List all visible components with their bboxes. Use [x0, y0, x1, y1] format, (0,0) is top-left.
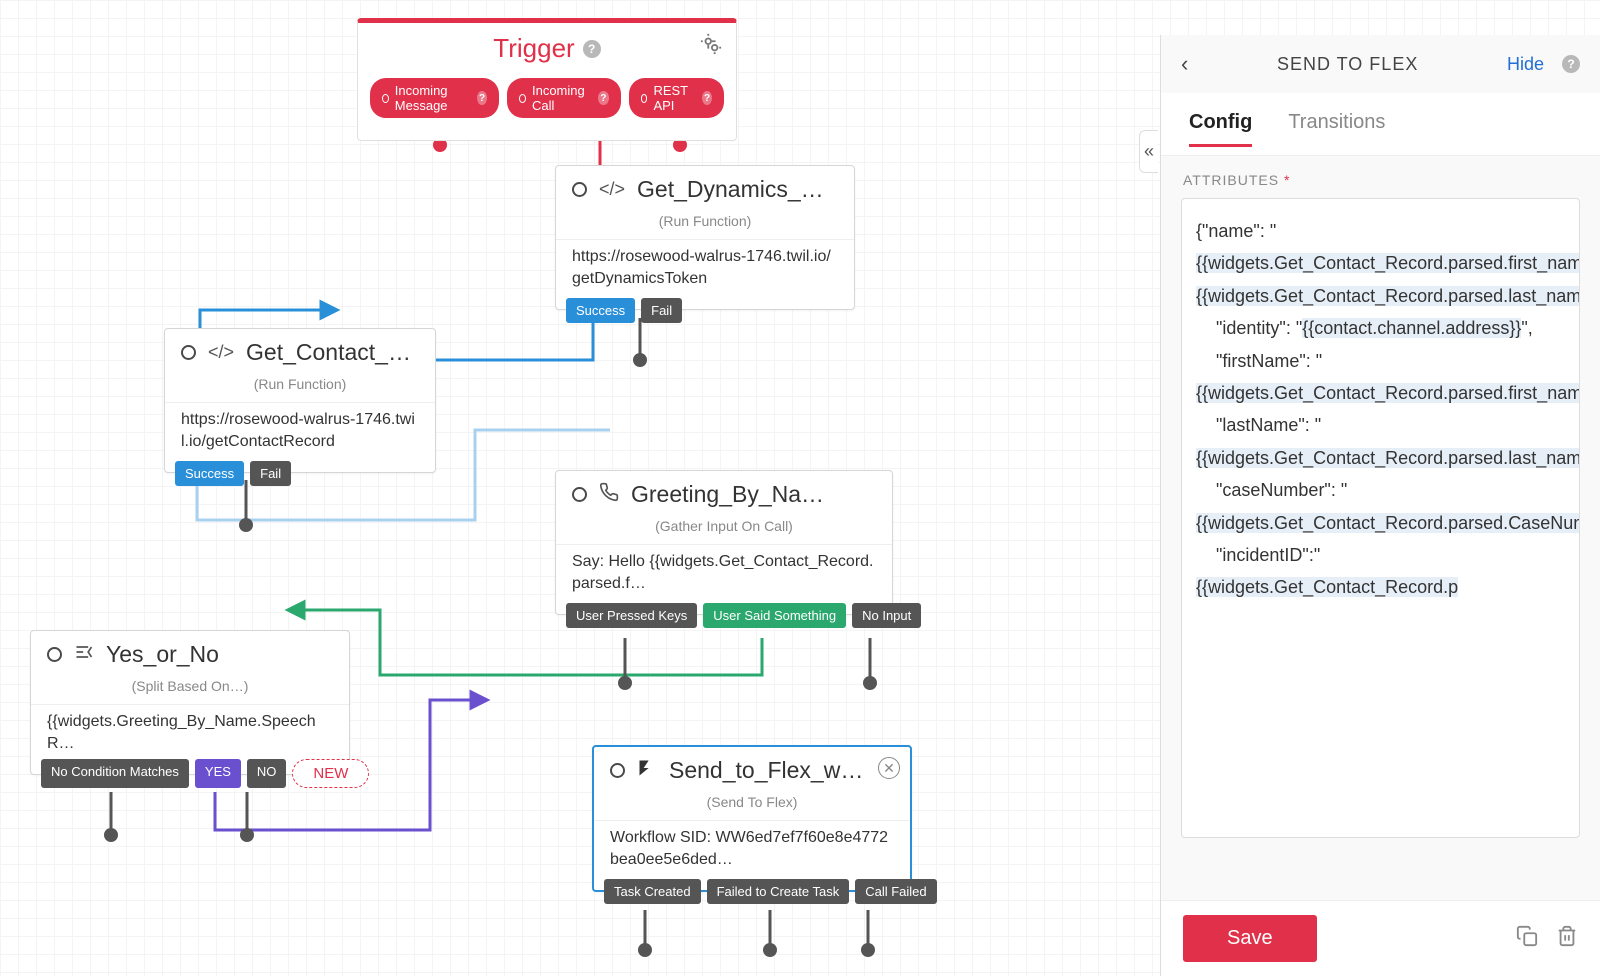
close-icon[interactable]: ✕ [878, 757, 900, 779]
widget-subtitle: (Gather Input On Call) [556, 514, 892, 544]
widget-send-to-flex[interactable]: ✕ Send_to_Flex_w… (Send To Flex) Workflo… [592, 745, 912, 892]
input-node[interactable] [181, 345, 196, 360]
widget-title: Get_Dynamics_… [637, 176, 824, 203]
flex-icon [637, 758, 657, 783]
pill-rest-api[interactable]: REST API? [629, 78, 724, 118]
new-condition-button[interactable]: NEW [292, 759, 369, 788]
output-no[interactable]: NO [247, 759, 287, 788]
tab-config[interactable]: Config [1189, 101, 1252, 147]
widget-subtitle: (Run Function) [165, 372, 435, 402]
back-button[interactable]: ‹ [1181, 51, 1188, 77]
output-call-failed[interactable]: Call Failed [855, 879, 936, 904]
required-star: * [1284, 172, 1290, 188]
widget-title: Send_to_Flex_w… [669, 757, 863, 784]
trigger-title: Trigger [493, 33, 574, 64]
input-node[interactable] [572, 487, 587, 502]
attributes-label: ATTRIBUTES * [1161, 156, 1600, 198]
output-user-pressed[interactable]: User Pressed Keys [566, 603, 697, 628]
output-fail[interactable]: Fail [641, 298, 682, 323]
label-text: ATTRIBUTES [1183, 172, 1279, 188]
output-user-said[interactable]: User Said Something [703, 603, 846, 628]
delete-icon[interactable] [1556, 925, 1578, 952]
duplicate-icon[interactable] [1516, 925, 1538, 952]
widget-yes-or-no[interactable]: Yes_or_No (Split Based On…) {{widgets.Gr… [30, 630, 350, 775]
widget-subtitle: (Split Based On…) [31, 674, 349, 704]
save-button[interactable]: Save [1183, 915, 1317, 962]
code-icon: </> [208, 342, 234, 363]
output-task-created[interactable]: Task Created [604, 879, 701, 904]
panel-title: SEND TO FLEX [1200, 54, 1495, 75]
help-icon[interactable]: ? [1562, 55, 1580, 73]
collapse-panel-button[interactable]: « [1139, 130, 1158, 173]
output-success[interactable]: Success [175, 461, 244, 486]
trigger-widget[interactable]: Trigger ? Incoming Message? Incoming Cal… [357, 18, 737, 141]
pill-incoming-message[interactable]: Incoming Message? [370, 78, 499, 118]
phone-icon [599, 482, 619, 507]
pill-label: Incoming Message [395, 83, 469, 113]
widget-greeting[interactable]: Greeting_By_Na… (Gather Input On Call) S… [555, 470, 893, 615]
output-no-input[interactable]: No Input [852, 603, 921, 628]
widget-get-dynamics[interactable]: </> Get_Dynamics_… (Run Function) https:… [555, 165, 855, 310]
output-no-match[interactable]: No Condition Matches [41, 759, 189, 788]
output-failed-create[interactable]: Failed to Create Task [707, 879, 850, 904]
gear-icon[interactable] [700, 33, 722, 60]
output-success[interactable]: Success [566, 298, 635, 323]
input-node[interactable] [610, 763, 625, 778]
widget-title: Yes_or_No [106, 641, 219, 668]
pill-label: REST API [653, 83, 694, 113]
widget-title: Greeting_By_Na… [631, 481, 824, 508]
widget-subtitle: (Send To Flex) [594, 790, 910, 820]
output-fail[interactable]: Fail [250, 461, 291, 486]
widget-get-contact[interactable]: </> Get_Contact_Re… (Run Function) https… [164, 328, 436, 473]
pill-label: Incoming Call [532, 83, 590, 113]
code-icon: </> [599, 179, 625, 200]
widget-title: Get_Contact_Re… [246, 339, 419, 366]
tab-transitions[interactable]: Transitions [1288, 101, 1385, 147]
pill-incoming-call[interactable]: Incoming Call? [507, 78, 621, 118]
config-panel: « ‹ SEND TO FLEX Hide ? Config Transitio… [1160, 35, 1600, 976]
input-node[interactable] [572, 182, 587, 197]
help-icon[interactable]: ? [583, 40, 601, 58]
widget-subtitle: (Run Function) [556, 209, 854, 239]
input-node[interactable] [47, 647, 62, 662]
attributes-textarea[interactable]: {"name": "{{widgets.Get_Contact_Record.p… [1181, 198, 1580, 838]
split-icon [74, 642, 94, 667]
output-yes[interactable]: YES [195, 759, 241, 788]
panel-tabs: Config Transitions [1161, 93, 1600, 156]
hide-button[interactable]: Hide [1507, 54, 1544, 75]
trigger-pills: Incoming Message? Incoming Call? REST AP… [358, 78, 736, 118]
